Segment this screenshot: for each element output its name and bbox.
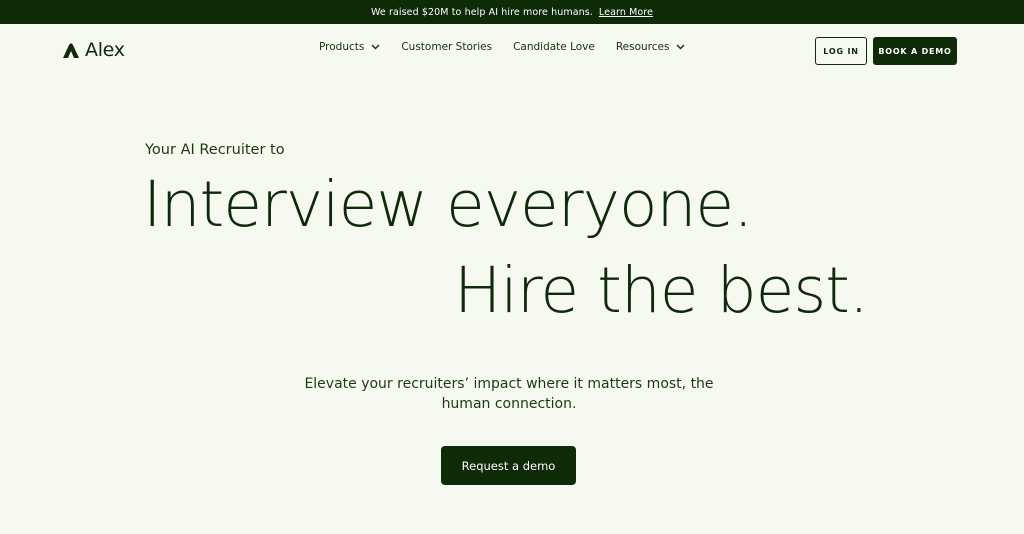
alex-logo-icon <box>63 42 79 58</box>
chevron-down-icon <box>371 44 380 50</box>
nav-item-label: Candidate Love <box>513 41 595 53</box>
request-demo-button[interactable]: Request a demo <box>441 446 576 485</box>
hero-subtext: Elevate your recruiters’ impact where it… <box>304 376 714 412</box>
main-menu: Products Customer Stories Candidate Love… <box>319 41 706 53</box>
announcement-bar: We raised $20M to help AI hire more huma… <box>0 0 1024 24</box>
nav-item-candidate-love[interactable]: Candidate Love <box>513 41 595 53</box>
book-demo-button[interactable]: BOOK A DEMO <box>873 37 957 65</box>
nav-item-resources[interactable]: Resources <box>616 41 686 53</box>
chevron-down-icon <box>676 44 685 50</box>
nav-item-label: Resources <box>615 41 670 53</box>
nav-item-products[interactable]: Products <box>319 41 380 53</box>
announcement-text: We raised $20M to help AI hire more huma… <box>370 6 593 18</box>
logo-wordmark: Alex <box>85 39 125 61</box>
nav-item-label: Customer Stories <box>401 41 493 53</box>
logo-link[interactable]: Alex <box>61 39 125 61</box>
site-header: Alex Products Customer Stories Candidate… <box>0 24 1024 76</box>
login-button[interactable]: LOG IN <box>815 37 867 65</box>
hero-eyebrow: Your AI Recruiter to <box>145 142 285 158</box>
nav-item-label: Products <box>319 41 365 53</box>
hero-headline-line1: Interview everyone. <box>143 168 753 241</box>
hero-headline-line2: Hire the best. <box>454 254 869 327</box>
learn-more-link[interactable]: Learn More <box>599 7 653 18</box>
nav-item-customer-stories[interactable]: Customer Stories <box>401 41 492 53</box>
